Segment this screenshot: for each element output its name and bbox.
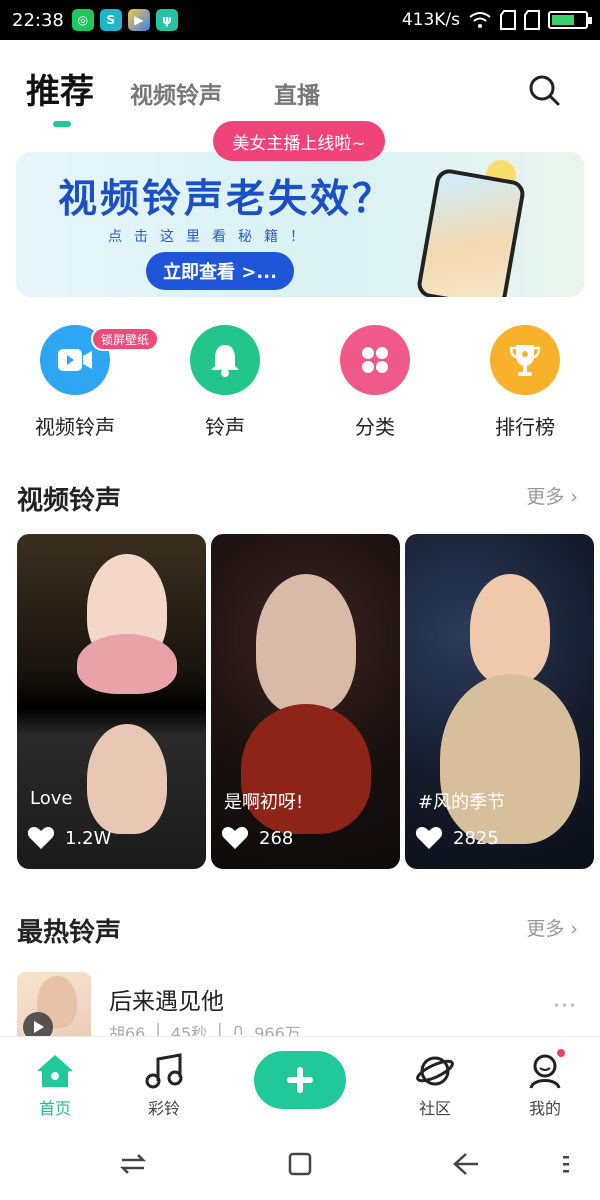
- more-options-icon[interactable]: ···: [553, 994, 577, 1019]
- banner-subtitle: 点击这里看秘籍！: [108, 229, 316, 245]
- back-icon[interactable]: [448, 1146, 484, 1182]
- video-card-title: 是啊初呀!: [224, 792, 304, 813]
- switch-apps-icon[interactable]: [115, 1146, 151, 1182]
- wifi-icon: [469, 12, 491, 28]
- video-section-more-link[interactable]: 更多 ›: [526, 482, 578, 509]
- video-card[interactable]: #风的季节 2825: [405, 534, 594, 869]
- quick-label: 铃声: [205, 415, 245, 439]
- nav-label: 社区: [418, 1099, 451, 1118]
- bottom-nav: 首页 彩铃 社区 我的: [0, 1036, 600, 1130]
- song-row[interactable]: 后来遇见他 胡66 | 45秒 | ∩ 966万 ···: [17, 972, 583, 1043]
- tab-active-indicator: [53, 121, 71, 127]
- network-speed: 413K/s: [401, 10, 460, 30]
- video-card-likes: 268: [221, 826, 293, 850]
- quick-entries: 视频铃声 锁屏壁纸 铃声 分类 排行榜: [0, 325, 600, 445]
- heart-icon[interactable]: [415, 826, 443, 850]
- bell-icon: [190, 325, 260, 395]
- song-cover: [17, 972, 91, 1038]
- sim-icon: [500, 10, 516, 30]
- quick-item-video-ringtone[interactable]: 视频铃声 锁屏壁纸: [15, 325, 160, 440]
- status-right: 413K/s: [401, 10, 592, 30]
- video-thumbnail-figure: [77, 634, 177, 694]
- quick-item-ranking[interactable]: 排行榜: [465, 325, 585, 440]
- create-button[interactable]: [254, 1051, 346, 1109]
- hot-section-title: 最热铃声: [17, 918, 122, 948]
- like-count: 1.2W: [65, 827, 112, 849]
- play-icon[interactable]: [23, 1012, 53, 1038]
- home-square-icon[interactable]: [282, 1146, 318, 1182]
- quick-label: 分类: [355, 415, 395, 439]
- system-nav-bar: [0, 1130, 600, 1200]
- battery-icon: [548, 11, 592, 29]
- plus-icon: [287, 1067, 313, 1093]
- heart-icon[interactable]: [27, 826, 55, 850]
- status-bar: 22:38 ◎ S ▶ ψ 413K/s: [0, 0, 600, 40]
- grid-icon: [340, 325, 410, 395]
- app-icon-2: S: [99, 9, 122, 31]
- video-cards: Love 1.2W 是啊初呀! 268 #风的季节 2825: [17, 534, 594, 869]
- video-card-title: Love: [30, 788, 73, 809]
- video-card-likes: 1.2W: [27, 826, 111, 850]
- song-title: 后来遇见他: [109, 989, 224, 1015]
- status-time: 22:38: [12, 9, 64, 31]
- nav-home[interactable]: 首页: [15, 1053, 95, 1119]
- banner-title: 视频铃声老失效？: [58, 177, 395, 222]
- tab-recommend[interactable]: 推荐: [26, 64, 94, 113]
- live-tip-bubble[interactable]: 美女主播上线啦~: [213, 121, 385, 161]
- hot-section-more-link[interactable]: 更多 ›: [526, 914, 578, 941]
- top-tabs: 推荐 视频铃声 直播: [0, 58, 600, 128]
- sim-icon-2: [524, 10, 540, 30]
- heart-icon[interactable]: [221, 826, 249, 850]
- nav-caller-ringtone[interactable]: 彩铃: [124, 1053, 204, 1119]
- banner-button[interactable]: 立即查看 >...: [146, 252, 294, 290]
- home-icon: [37, 1055, 73, 1087]
- search-icon[interactable]: [528, 74, 560, 106]
- app-icon-1: ◎: [71, 9, 94, 31]
- nav-label: 我的: [528, 1099, 561, 1118]
- like-count: 268: [259, 827, 294, 849]
- video-thumbnail-figure: [470, 574, 550, 684]
- video-card-title: #风的季节: [418, 792, 506, 813]
- video-card[interactable]: 是啊初呀! 268: [211, 534, 400, 869]
- promo-banner[interactable]: 视频铃声老失效？ 点击这里看秘籍！ 立即查看 >...: [16, 152, 584, 297]
- nav-label: 首页: [38, 1099, 71, 1118]
- usb-icon: ψ: [155, 9, 178, 31]
- trophy-icon: [490, 325, 560, 395]
- like-count: 2825: [453, 827, 499, 849]
- video-thumbnail-figure: [87, 724, 167, 834]
- nav-profile[interactable]: 我的: [505, 1047, 585, 1119]
- video-thumbnail-figure: [241, 704, 371, 834]
- music-note-icon: [145, 1053, 183, 1089]
- video-card-likes: 2825: [415, 826, 499, 850]
- notification-dot: [555, 1047, 567, 1059]
- video-section-title: 视频铃声: [17, 486, 122, 516]
- planet-icon: [416, 1056, 454, 1086]
- quick-item-ringtone[interactable]: 铃声: [165, 325, 285, 440]
- nav-label: 彩铃: [147, 1099, 180, 1118]
- video-card[interactable]: Love 1.2W: [17, 534, 206, 869]
- battery-level: [552, 15, 575, 25]
- video-thumbnail-figure: [440, 674, 580, 844]
- quick-label: 视频铃声: [35, 415, 115, 439]
- banner-phone-image: [415, 167, 527, 297]
- nav-community[interactable]: 社区: [395, 1053, 475, 1119]
- app-icon-3: ▶: [127, 9, 150, 31]
- quick-label: 排行榜: [495, 415, 555, 439]
- quick-item-category[interactable]: 分类: [315, 325, 435, 440]
- menu-icon[interactable]: [548, 1146, 584, 1182]
- video-thumbnail-figure: [256, 574, 356, 714]
- lockscreen-wallpaper-badge: 锁屏壁纸: [91, 327, 160, 351]
- tab-video-ringtone[interactable]: 视频铃声: [130, 76, 222, 110]
- tab-live[interactable]: 直播: [274, 76, 320, 110]
